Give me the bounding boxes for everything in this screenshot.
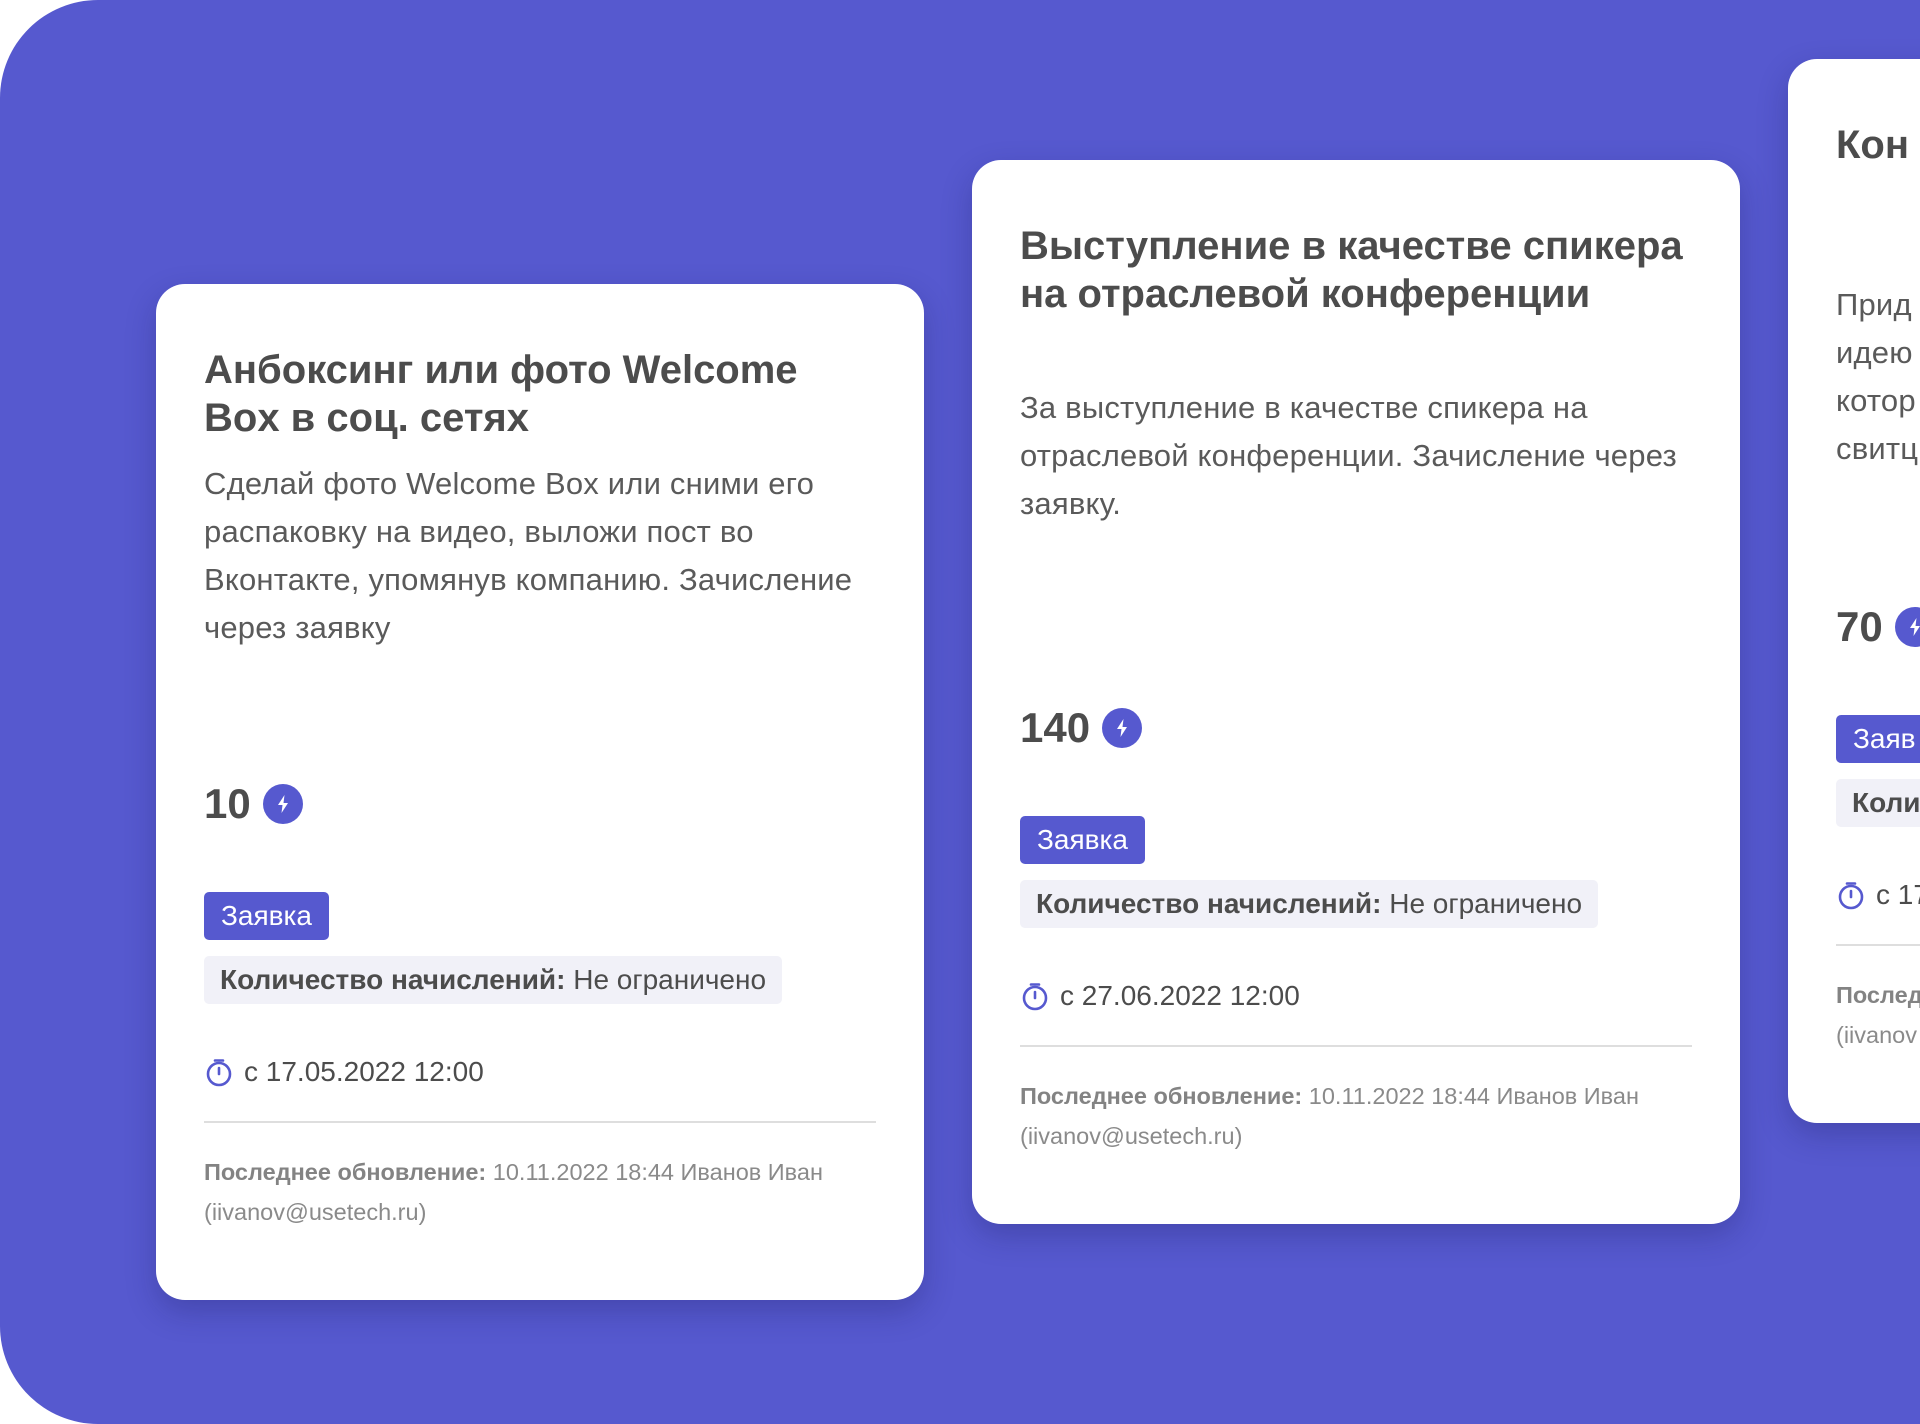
start-date: с 27.06.2022 12:00 bbox=[1020, 976, 1300, 1016]
start-date-text: с 17 bbox=[1876, 879, 1920, 910]
last-updated: Последнее обновление: 10.11.2022 18:44 И… bbox=[1020, 1076, 1700, 1156]
timer-icon bbox=[206, 1059, 232, 1087]
start-date-text: с 27.06.2022 12:00 bbox=[1060, 980, 1300, 1011]
card-description: Прид идею котор свитц bbox=[1836, 281, 1920, 473]
card-description: Сделай фото Welcome Box или сними его ра… bbox=[204, 466, 853, 645]
points-value: 140 bbox=[1020, 704, 1091, 751]
start-date-text: с 17.05.2022 12:00 bbox=[244, 1056, 484, 1087]
points-block: 10 bbox=[204, 780, 303, 828]
accrual-limit-chip: Количество начислений: Не ограничено bbox=[1020, 880, 1599, 928]
points-value: 70 bbox=[1836, 603, 1883, 650]
points-block: 70 bbox=[1836, 603, 1920, 651]
description-line: котор bbox=[1836, 383, 1916, 418]
timer-icon bbox=[1838, 882, 1864, 910]
limit-label: Количество начислений: bbox=[220, 964, 566, 995]
accrual-limit-chip: Коли bbox=[1836, 779, 1920, 827]
start-date: с 17 bbox=[1836, 875, 1920, 915]
card-description: За выступление в качестве спикера на отр… bbox=[1020, 390, 1677, 521]
updated-label: Послед bbox=[1836, 982, 1920, 1008]
timer-icon bbox=[1022, 983, 1048, 1011]
description-line: свитц bbox=[1836, 431, 1919, 466]
divider bbox=[1836, 944, 1920, 946]
updated-label: Последнее обновление: bbox=[1020, 1083, 1303, 1109]
points-value: 10 bbox=[204, 780, 251, 827]
accrual-limit-chip: Количество начислений: Не ограничено bbox=[204, 956, 783, 1004]
achievement-card[interactable]: Выступление в качестве спикера на отрасл… bbox=[972, 160, 1740, 1224]
achievement-card[interactable]: Анбоксинг или фото Welcome Box в соц. се… bbox=[156, 284, 924, 1300]
type-tag: Заявка bbox=[1020, 816, 1145, 864]
type-tag: Заявка bbox=[204, 892, 329, 940]
updated-label: Последнее обновление: bbox=[204, 1159, 487, 1185]
last-updated: Последнее обновление: 10.11.2022 18:44 И… bbox=[204, 1152, 884, 1232]
card-title: Анбоксинг или фото Welcome Box в соц. се… bbox=[204, 348, 798, 440]
lightning-icon bbox=[1894, 607, 1920, 647]
start-date: с 17.05.2022 12:00 bbox=[204, 1052, 484, 1092]
divider bbox=[204, 1121, 876, 1123]
card-title: Кон bbox=[1836, 123, 1910, 167]
limit-value: Не ограничено bbox=[1389, 888, 1583, 919]
updated-value: (iivanov bbox=[1836, 1022, 1917, 1048]
achievement-card[interactable]: Кон Прид идею котор свитц 70 Заяв Коли с… bbox=[1788, 59, 1920, 1123]
type-tag: Заяв bbox=[1836, 715, 1920, 763]
card-title: Выступление в качестве спикера на отрасл… bbox=[1020, 224, 1683, 316]
lightning-icon bbox=[1102, 708, 1143, 748]
divider bbox=[1020, 1045, 1692, 1047]
background-panel: Анбоксинг или фото Welcome Box в соц. се… bbox=[0, 0, 1920, 1424]
description-line: идею bbox=[1836, 335, 1913, 370]
lightning-icon bbox=[262, 784, 303, 824]
limit-value: Не ограничено bbox=[573, 964, 767, 995]
limit-label: Количество начислений: bbox=[1036, 888, 1382, 919]
last-updated: Послед (iivanov bbox=[1836, 975, 1920, 1055]
description-line: Прид bbox=[1836, 287, 1912, 322]
limit-label: Коли bbox=[1852, 787, 1920, 818]
points-block: 140 bbox=[1020, 704, 1143, 752]
